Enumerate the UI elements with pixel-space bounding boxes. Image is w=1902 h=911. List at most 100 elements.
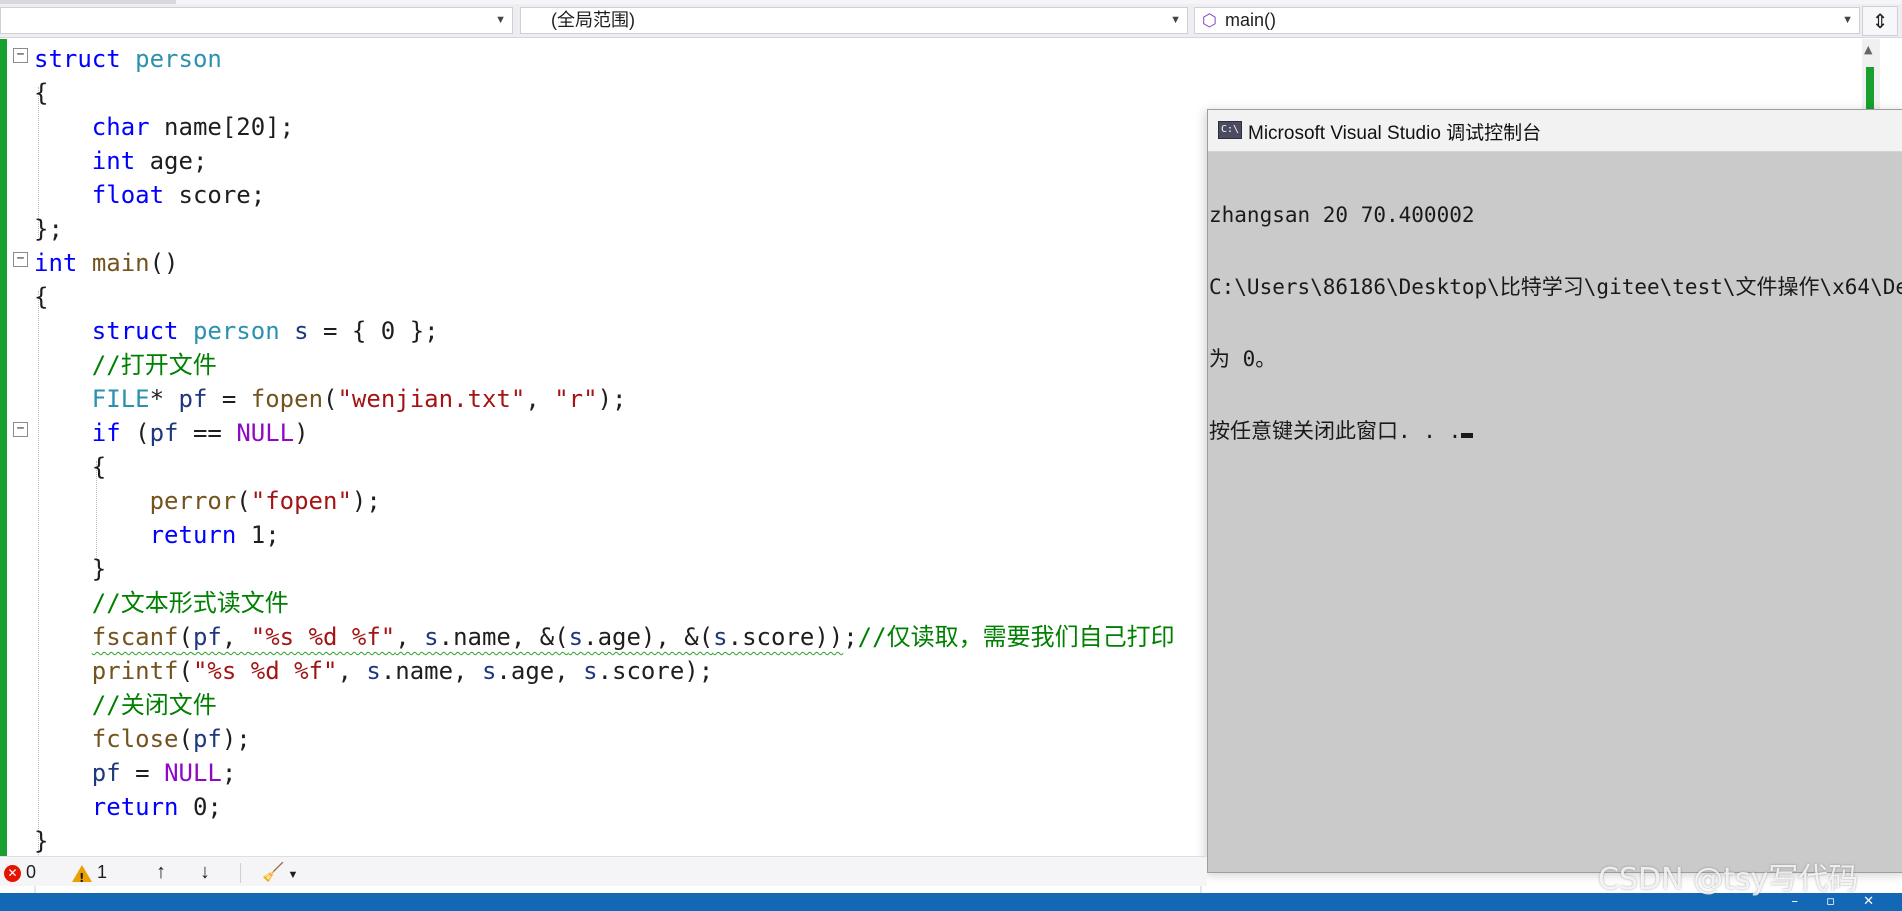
code-token: if: [91, 419, 121, 447]
code-line[interactable]: fscanf(pf, "%s %d %f", s.name, &(s.age),…: [34, 620, 1175, 654]
code-token: person: [192, 317, 280, 345]
code-token: s: [713, 623, 728, 651]
code-line[interactable]: {: [34, 280, 1175, 314]
code-token: =: [207, 385, 251, 413]
arrow-up-icon[interactable]: ↑: [156, 861, 166, 883]
code-line[interactable]: {: [34, 76, 1175, 110]
code-line[interactable]: }: [34, 824, 1175, 858]
code-token: s: [568, 623, 584, 651]
collapse-main-icon[interactable]: −: [13, 252, 28, 267]
code-line[interactable]: //关闭文件: [34, 688, 1175, 722]
code-line[interactable]: int age;: [34, 144, 1175, 178]
collapse-if-icon[interactable]: −: [13, 422, 28, 437]
code-token: ,: [337, 657, 367, 685]
code-token: "%s %d %f": [192, 657, 338, 685]
code-token: = { 0 };: [308, 317, 439, 345]
navigation-bar: ▼ (全局范围) ▼ ⬡ main() ▼ ⇕: [0, 0, 1902, 38]
code-token: ;: [843, 623, 858, 651]
code-token: s: [294, 317, 309, 345]
code-token: }: [34, 555, 107, 583]
code-token: int: [91, 147, 136, 175]
method-cube-icon: ⬡: [1202, 11, 1217, 30]
code-line[interactable]: perror("fopen");: [34, 484, 1175, 518]
watermark: CSDN @tsy写代码: [1598, 862, 1859, 897]
code-token: int: [34, 249, 78, 277]
code-line[interactable]: int main(): [34, 246, 1175, 280]
code-line[interactable]: FILE* pf = fopen("wenjian.txt", "r");: [34, 382, 1175, 416]
code-token: //文本形式读文件: [91, 589, 289, 617]
code-token: NULL: [236, 419, 295, 447]
scroll-up-icon[interactable]: ▲: [1864, 43, 1872, 56]
code-token: (: [178, 725, 193, 753]
code-line[interactable]: if (pf == NULL): [34, 416, 1175, 450]
code-token: "%s %d %f": [250, 623, 396, 651]
code-token: perror: [149, 487, 237, 515]
code-line[interactable]: return 1;: [34, 518, 1175, 552]
console-app-icon: C:\: [1218, 121, 1242, 139]
errors-indicator[interactable]: ✕ 0: [4, 861, 36, 883]
code-line[interactable]: //文本形式读文件: [34, 586, 1175, 620]
code-line[interactable]: pf = NULL;: [34, 756, 1175, 790]
console-titlebar[interactable]: C:\ Microsoft Visual Studio 调试控制台: [1208, 110, 1902, 152]
code-line[interactable]: char name[20];: [34, 110, 1175, 144]
code-token: fscanf: [91, 623, 179, 651]
code-line[interactable]: return 0;: [34, 790, 1175, 824]
code-lines[interactable]: struct person { char name[20]; int age; f…: [34, 42, 1175, 858]
code-token: ): [294, 419, 309, 447]
scope-dropdown[interactable]: (全局范围) ▼: [520, 7, 1188, 34]
code-line[interactable]: {: [34, 450, 1175, 484]
code-line[interactable]: fclose(pf);: [34, 722, 1175, 756]
code-token: ;: [221, 759, 237, 787]
collapse-struct-icon[interactable]: −: [13, 48, 28, 63]
console-line: 按任意键关闭此窗口. . .: [1209, 419, 1462, 443]
code-token: //关闭文件: [91, 691, 217, 719]
code-cleanup-broom-icon[interactable]: 🧹 ▼: [262, 861, 298, 886]
code-line[interactable]: }: [34, 552, 1175, 586]
code-line[interactable]: printf("%s %d %f", s.name, s.age, s.scor…: [34, 654, 1175, 688]
function-dropdown[interactable]: ⬡ main() ▼: [1194, 7, 1860, 34]
warnings-indicator[interactable]: 1: [72, 861, 107, 889]
code-token: .name,: [380, 657, 482, 685]
code-token: (: [323, 385, 338, 413]
arrow-down-icon[interactable]: ↓: [200, 861, 210, 883]
code-token: //仅读取，需要我们自己打印: [857, 623, 1175, 651]
console-line: 为 0。: [1209, 347, 1277, 371]
code-line[interactable]: };: [34, 212, 1175, 246]
chevron-down-icon: ▼: [1842, 14, 1853, 26]
code-token: ==: [178, 419, 237, 447]
code-line[interactable]: //打开文件: [34, 348, 1175, 382]
code-token: 0;: [178, 793, 222, 821]
console-title: Microsoft Visual Studio 调试控制台: [1248, 123, 1542, 144]
code-token: .age,: [496, 657, 584, 685]
code-token: score;: [164, 181, 266, 209]
code-token: ,: [395, 623, 425, 651]
project-dropdown[interactable]: ▼: [0, 7, 513, 34]
split-window-icon[interactable]: ⇕: [1862, 6, 1898, 36]
code-token: struct: [91, 317, 179, 345]
change-tracking-bar: [0, 39, 7, 856]
code-token: );: [351, 487, 381, 515]
code-token: s: [481, 657, 497, 685]
code-line[interactable]: struct person: [34, 42, 1175, 76]
code-line[interactable]: struct person s = { 0 };: [34, 314, 1175, 348]
code-token: pf: [149, 419, 179, 447]
error-icon: ✕: [4, 864, 21, 882]
code-line[interactable]: float score;: [34, 178, 1175, 212]
debug-console-window[interactable]: C:\ Microsoft Visual Studio 调试控制台 zhangs…: [1207, 109, 1902, 873]
code-token: FILE: [91, 385, 150, 413]
code-token: .score)): [727, 623, 844, 651]
